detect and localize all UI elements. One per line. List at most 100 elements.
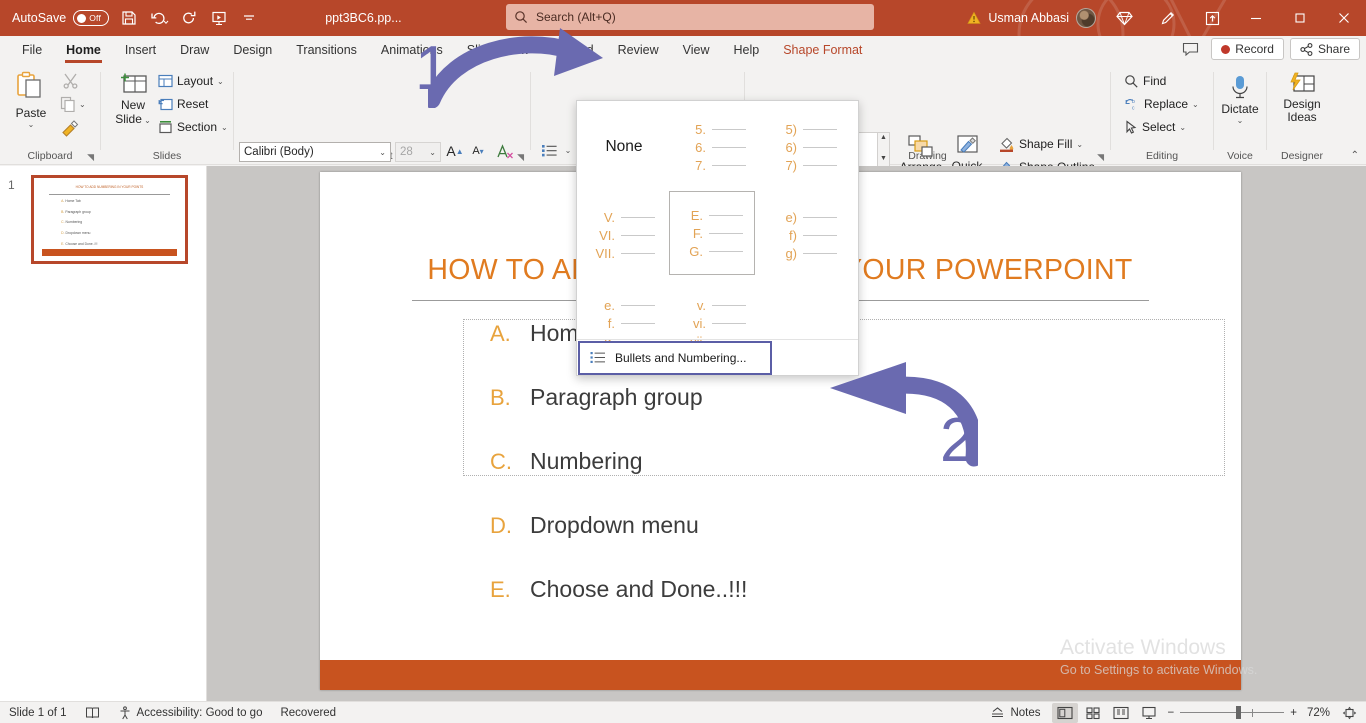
slide-thumbnail-1[interactable]: HOW TO ADD NUMBERING IN YOUR POINTS A. H… bbox=[32, 176, 187, 263]
layout-chevron-down-icon[interactable]: ⌄ bbox=[217, 77, 224, 86]
cut-icon[interactable] bbox=[62, 72, 79, 89]
tab-transitions[interactable]: Transitions bbox=[284, 39, 369, 62]
slide-list-item[interactable]: B. Paragraph group bbox=[490, 384, 1210, 448]
shape-fill-chevron-down-icon[interactable]: ⌄ bbox=[1076, 140, 1083, 149]
reading-view-button[interactable] bbox=[1108, 703, 1134, 723]
find-button[interactable]: Find bbox=[1121, 72, 1169, 90]
redo-icon[interactable] bbox=[175, 4, 203, 32]
fit-to-window-button[interactable] bbox=[1336, 703, 1362, 723]
tab-slide-show[interactable]: Slide Show bbox=[455, 39, 542, 62]
numbering-option-arabic-paren[interactable]: 5) 6) 7) bbox=[763, 105, 849, 189]
replace-chevron-down-icon[interactable]: ⌄ bbox=[1192, 100, 1199, 109]
premium-diamond-icon[interactable] bbox=[1102, 0, 1146, 36]
paste-button[interactable]: Paste ⌄ bbox=[10, 70, 52, 129]
recovered-status[interactable]: Recovered bbox=[271, 702, 345, 723]
slide-list-item[interactable]: E. Choose and Done..!!! bbox=[490, 576, 1210, 640]
slide-show-view-button[interactable] bbox=[1136, 703, 1162, 723]
numbering-option-uppercase-roman[interactable]: V. VI. VII. bbox=[581, 193, 667, 277]
increase-font-size-button[interactable]: A ▲ bbox=[444, 140, 466, 162]
font-name-chevron-down-icon[interactable]: ⌄ bbox=[379, 148, 386, 157]
record-button[interactable]: Record bbox=[1211, 38, 1284, 60]
collapse-ribbon-icon[interactable]: ⌃ bbox=[1351, 150, 1359, 161]
tab-home[interactable]: Home bbox=[54, 39, 113, 63]
share-button[interactable]: Share bbox=[1289, 38, 1360, 60]
autosave-toggle[interactable]: AutoSave Off bbox=[8, 10, 113, 26]
restore-down-ribbon-icon[interactable] bbox=[1190, 0, 1234, 36]
start-presentation-icon[interactable] bbox=[205, 4, 233, 32]
bullets-chevron-down-icon[interactable]: ⌄ bbox=[561, 139, 575, 161]
gallery-scroll-down-icon[interactable]: ▼ bbox=[880, 155, 887, 162]
close-button[interactable] bbox=[1322, 0, 1366, 36]
dictate-button[interactable]: Dictate ⌄ bbox=[1217, 74, 1263, 125]
bullets-button[interactable] bbox=[538, 139, 560, 161]
numbering-preview-line: 5) bbox=[775, 123, 837, 136]
font-dialog-launcher[interactable]: ◥ bbox=[517, 152, 524, 163]
slide-counter[interactable]: Slide 1 of 1 bbox=[0, 702, 76, 723]
section-button[interactable]: Section ⌄ bbox=[155, 118, 231, 136]
paste-chevron-down-icon[interactable]: ⌄ bbox=[10, 120, 52, 129]
shape-fill-button[interactable]: Shape Fill ⌄ bbox=[995, 134, 1086, 154]
numbering-option-arabic-period[interactable]: 5. 6. 7. bbox=[672, 105, 758, 189]
zoom-slider-thumb[interactable] bbox=[1236, 706, 1242, 719]
slide-list-item[interactable]: C. Numbering bbox=[490, 448, 1210, 512]
numbering-dropdown-menu[interactable]: None 5. 6. 7. 5) 6) 7) V. VI. VII. E. F.… bbox=[576, 100, 859, 376]
restore-button[interactable] bbox=[1278, 0, 1322, 36]
reset-button[interactable]: Reset bbox=[155, 95, 211, 113]
find-label: Find bbox=[1143, 74, 1167, 88]
tab-review[interactable]: Review bbox=[606, 39, 671, 62]
bullets-and-numbering-menu-item[interactable]: Bullets and Numbering... bbox=[578, 341, 772, 375]
dictate-chevron-down-icon[interactable]: ⌄ bbox=[1217, 116, 1263, 125]
undo-icon[interactable] bbox=[145, 4, 173, 32]
account-button[interactable]: Usman Abbasi bbox=[961, 8, 1102, 28]
tab-view[interactable]: View bbox=[671, 39, 722, 62]
clipboard-dialog-launcher[interactable]: ◥ bbox=[87, 152, 94, 163]
language-notes-icon[interactable] bbox=[76, 702, 109, 723]
search-container[interactable]: Search (Alt+Q) bbox=[506, 4, 874, 30]
normal-view-button[interactable] bbox=[1051, 702, 1078, 723]
new-slide-button[interactable]: New Slide ⌄ bbox=[111, 72, 155, 128]
tab-shape-format[interactable]: Shape Format bbox=[771, 39, 874, 62]
gallery-scroll-up-icon[interactable]: ▲ bbox=[880, 134, 887, 141]
slide-sorter-view-button[interactable] bbox=[1080, 703, 1106, 723]
zoom-in-button[interactable]: + bbox=[1286, 702, 1301, 723]
zoom-out-button[interactable]: − bbox=[1164, 702, 1179, 723]
decrease-font-size-button[interactable]: A ▾ bbox=[467, 140, 489, 162]
select-chevron-down-icon[interactable]: ⌄ bbox=[1179, 123, 1186, 132]
numbering-option-lowercase-letter-paren[interactable]: e) f) g) bbox=[763, 193, 849, 277]
minimize-button[interactable] bbox=[1234, 0, 1278, 36]
tab-file[interactable]: File bbox=[10, 39, 54, 62]
numbering-option-none[interactable]: None bbox=[581, 105, 667, 189]
design-ideas-button[interactable]: Design Ideas bbox=[1275, 72, 1329, 124]
tab-design[interactable]: Design bbox=[221, 39, 284, 62]
autosave-switch[interactable]: Off bbox=[73, 10, 110, 26]
copy-button[interactable]: ⌄ bbox=[60, 96, 86, 112]
tab-draw[interactable]: Draw bbox=[168, 39, 221, 62]
comments-button[interactable] bbox=[1176, 38, 1205, 60]
clear-formatting-button[interactable] bbox=[494, 140, 516, 162]
tab-record[interactable]: Record bbox=[541, 39, 605, 62]
numbering-option-uppercase-letter-selected[interactable]: E. F. G. bbox=[669, 191, 755, 275]
layout-button[interactable]: Layout ⌄ bbox=[155, 72, 227, 90]
font-size-combobox[interactable]: 28 ⌄ bbox=[395, 142, 441, 162]
font-name-combobox[interactable]: Calibri (Body) ⌄ bbox=[239, 142, 391, 162]
customize-qat-icon[interactable] bbox=[235, 4, 263, 32]
avatar[interactable] bbox=[1076, 8, 1096, 28]
ribbon-display-pen-icon[interactable] bbox=[1146, 0, 1190, 36]
replace-button[interactable]: bc Replace ⌄ bbox=[1121, 95, 1202, 113]
tab-animations[interactable]: Animations bbox=[369, 39, 455, 62]
copy-chevron-down-icon[interactable]: ⌄ bbox=[79, 100, 86, 109]
format-painter-icon[interactable] bbox=[60, 120, 79, 138]
tab-insert[interactable]: Insert bbox=[113, 39, 168, 62]
section-chevron-down-icon[interactable]: ⌄ bbox=[221, 123, 228, 132]
tab-help[interactable]: Help bbox=[721, 39, 771, 62]
zoom-slider[interactable] bbox=[1180, 703, 1285, 723]
new-slide-chevron-down-icon[interactable]: ⌄ bbox=[142, 116, 151, 125]
save-icon[interactable] bbox=[115, 4, 143, 32]
search-input[interactable]: Search (Alt+Q) bbox=[506, 4, 874, 30]
select-button[interactable]: Select ⌄ bbox=[1121, 118, 1189, 136]
zoom-level[interactable]: 72% bbox=[1303, 702, 1334, 723]
font-size-chevron-down-icon[interactable]: ⌄ bbox=[429, 148, 436, 157]
notes-button[interactable]: Notes bbox=[981, 702, 1049, 723]
slide-list-item[interactable]: D. Dropdown menu bbox=[490, 512, 1210, 576]
accessibility-status[interactable]: Accessibility: Good to go bbox=[109, 702, 272, 723]
